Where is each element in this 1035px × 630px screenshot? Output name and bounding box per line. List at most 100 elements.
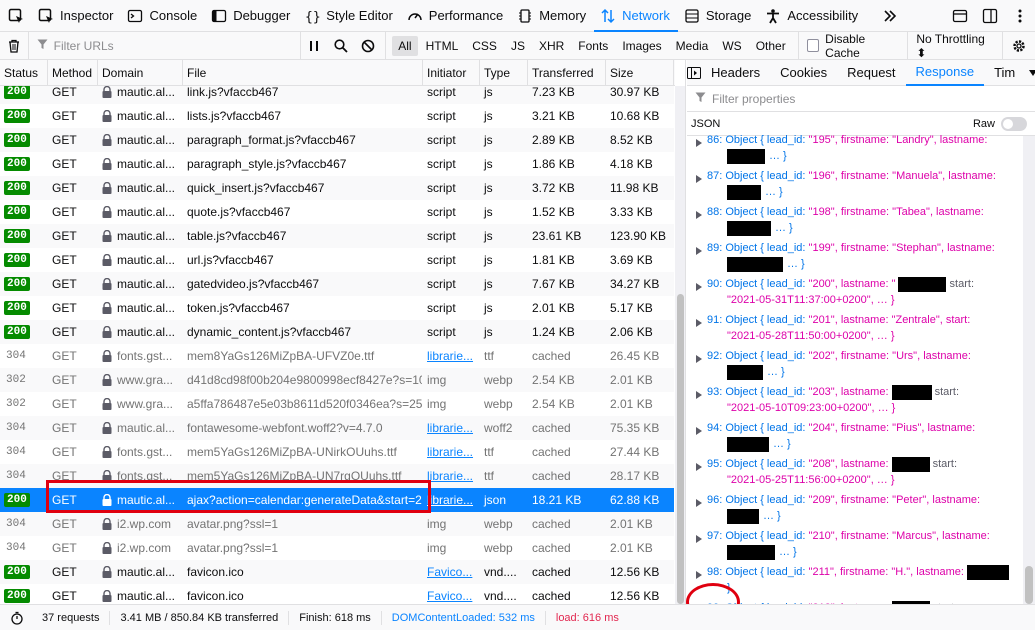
details-tab-cookies[interactable]: Cookies [770,60,837,86]
type-filter-xhr[interactable]: XHR [533,36,570,56]
json-entry[interactable]: 86: Object { lead_id: "195", firstname: … [687,132,1017,166]
element-picker-button[interactable] [0,0,32,32]
expand-arrow-icon[interactable] [696,136,702,152]
table-row[interactable]: 302 GET www.gra... a5ffa786487e5e03b8611d52… [0,392,674,416]
initiator-link[interactable]: librarie... [427,493,473,507]
initiator-link[interactable]: librarie... [427,349,473,363]
type-filter-all[interactable]: All [392,35,418,56]
expand-arrow-icon[interactable] [696,568,702,584]
column-header-status[interactable]: Status [0,60,48,86]
table-row[interactable]: 304 GET i2.wp.com avatar.png?ssl=1 img webp ca… [0,512,674,536]
initiator-link[interactable]: librarie... [427,469,473,483]
network-settings-button[interactable] [1002,31,1035,60]
table-row[interactable]: 200 GET mautic.al... gatedvideo.js?vfaccb46… [0,272,674,296]
table-row[interactable]: 304 GET mautic.al... fontawesome-webfont.wo… [0,416,674,440]
type-filter-images[interactable]: Images [616,36,667,56]
details-tabs-dropdown[interactable] [1025,60,1035,86]
json-entry[interactable]: 96: Object { lead_id: "209", firstname: … [687,492,1017,526]
table-row[interactable]: 200 GET mautic.al... quick_insert.js?vfaccb… [0,176,674,200]
expand-arrow-icon[interactable] [696,172,702,188]
expand-arrow-icon[interactable] [696,208,702,224]
type-filter-media[interactable]: Media [670,36,715,56]
json-entry[interactable]: 95: Object { lead_id: "208", lastname: s… [687,456,1017,490]
table-row[interactable]: 304 GET fonts.gst... mem8YaGs126MiZpBA-UFVZ… [0,344,674,368]
column-header-domain[interactable]: Domain [98,60,183,86]
initiator-link[interactable]: librarie... [427,421,473,435]
json-entry[interactable]: 92: Object { lead_id: "202", firstname: … [687,348,1017,382]
tab-debugger[interactable]: Debugger [205,0,298,32]
filter-properties-input[interactable]: Filter properties [687,86,1035,112]
scrollbar-thumb[interactable] [677,294,684,604]
json-entry[interactable]: 97: Object { lead_id: "210", firstname: … [687,528,1017,562]
expand-arrow-icon[interactable] [696,496,702,512]
table-row[interactable]: 200 GET mautic.al... quote.js?vfaccb467 scri… [0,200,674,224]
type-filter-ws[interactable]: WS [716,36,747,56]
column-header-file[interactable]: File [183,60,423,86]
json-entry[interactable]: 91: Object { lead_id: "201", lastname: "… [687,312,1017,346]
expand-arrow-icon[interactable] [696,352,702,368]
expand-arrow-icon[interactable] [696,280,702,296]
type-filter-other[interactable]: Other [750,36,792,56]
table-row[interactable]: 200 GET mautic.al... token.js?vfaccb467 scri… [0,296,674,320]
requests-scrollbar[interactable] [675,86,685,604]
dock-button[interactable] [975,0,1005,32]
pause-button[interactable] [301,32,328,60]
table-row[interactable]: 200 GET mautic.al... url.js?vfaccb467 script… [0,248,674,272]
clear-button[interactable] [0,31,29,60]
expand-arrow-icon[interactable] [696,244,702,260]
details-tab-tim[interactable]: Tim [984,60,1025,86]
details-scrollbar-thumb[interactable] [1025,566,1033,604]
details-tab-headers[interactable]: Headers [701,60,770,86]
tab-storage[interactable]: Storage [678,0,760,32]
json-entry[interactable]: 94: Object { lead_id: "204", firstname: … [687,420,1017,454]
frame-select-button[interactable] [945,0,975,32]
table-row[interactable]: 200 GET mautic.al... paragraph_style.js?vfa… [0,152,674,176]
performance-analysis-button[interactable] [0,611,32,625]
expand-arrow-icon[interactable] [696,388,702,404]
column-header-method[interactable]: Method [48,60,98,86]
disable-cache-checkbox[interactable] [806,39,820,52]
table-row[interactable]: 200 GET mautic.al... favicon.ico Favico... vn… [0,560,674,584]
tab-style-editor[interactable]: {} Style Editor [298,0,400,32]
json-entry[interactable]: 87: Object { lead_id: "196", firstname: … [687,168,1017,202]
raw-toggle[interactable]: Raw [973,116,1027,131]
tab-network[interactable]: Network [594,0,678,32]
expand-arrow-icon[interactable] [696,316,702,332]
column-header-initiator[interactable]: Initiator [423,60,480,86]
tab-console[interactable]: Console [121,0,205,32]
column-header-transferred[interactable]: Transferred [528,60,606,86]
type-filter-js[interactable]: JS [505,36,531,56]
type-filter-css[interactable]: CSS [466,36,503,56]
type-filter-html[interactable]: HTML [420,36,465,56]
tab-memory[interactable]: Memory [511,0,594,32]
initiator-link[interactable]: Favico... [427,589,472,603]
filter-urls-input[interactable]: Filter URLs [29,31,302,60]
column-header-size[interactable]: Size [606,60,674,86]
more-tools-button[interactable] [875,0,905,32]
details-tab-response[interactable]: Response [905,60,985,86]
table-row[interactable]: 200 GET mautic.al... paragraph_format.js?vf… [0,128,674,152]
table-row[interactable]: 200 GET mautic.al... lists.js?vfaccb467 scri… [0,104,674,128]
table-row[interactable]: 200 GET mautic.al... dynamic_content.js?vfa… [0,320,674,344]
search-button[interactable] [328,32,355,60]
initiator-link[interactable]: Favico... [427,565,472,579]
table-row[interactable]: 200 GET mautic.al... favicon.ico Favico... vn… [0,584,674,604]
expand-arrow-icon[interactable] [696,424,702,440]
json-entry[interactable]: 93: Object { lead_id: "203", lastname: s… [687,384,1017,418]
disable-cache-toggle[interactable]: Disable Cache [797,31,908,60]
tab-accessibility[interactable]: Accessibility [759,0,866,32]
json-entry[interactable]: 89: Object { lead_id: "199", firstname: … [687,240,1017,274]
block-button[interactable] [355,32,382,60]
throttling-select[interactable]: No Throttling ⬍ [907,31,1002,60]
json-entry[interactable]: 90: Object { lead_id: "200", lastname: "… [687,276,1017,310]
initiator-link[interactable]: librarie... [427,445,473,459]
table-row[interactable]: 304 GET i2.wp.com avatar.png?ssl=1 img webp ca… [0,536,674,560]
expand-arrow-icon[interactable] [696,460,702,476]
options-menu-button[interactable] [1005,0,1035,32]
table-row[interactable]: 200 GET mautic.al... table.js?vfaccb467 scri… [0,224,674,248]
type-filter-fonts[interactable]: Fonts [572,36,614,56]
expand-arrow-icon[interactable] [696,532,702,548]
details-scrollbar[interactable] [1023,136,1035,604]
details-tab-request[interactable]: Request [837,60,905,86]
tab-inspector[interactable]: Inspector [32,0,121,32]
